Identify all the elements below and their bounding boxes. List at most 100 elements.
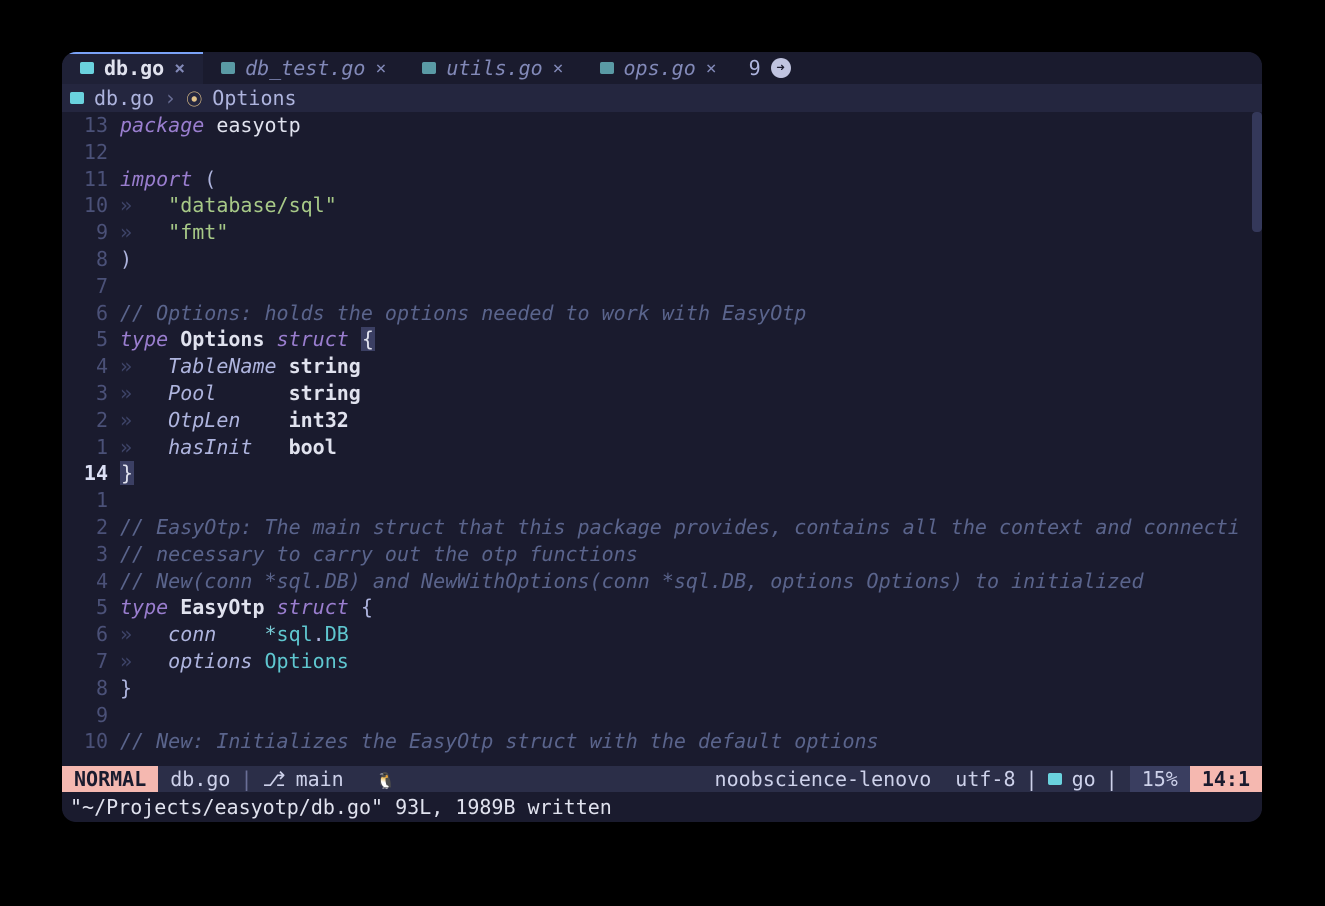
code-line[interactable]: 9 — [62, 702, 1262, 729]
tab-label: ops.go — [624, 56, 696, 80]
token-kw: import — [120, 167, 204, 191]
code-line[interactable]: 8} — [62, 675, 1262, 702]
code-content — [120, 487, 1262, 514]
code-line[interactable]: 10» "database/sql" — [62, 192, 1262, 219]
token-tyB: int32 — [289, 408, 349, 432]
code-line[interactable]: 2» OtpLen int32 — [62, 407, 1262, 434]
token-kw: package — [120, 113, 216, 137]
code-line[interactable]: 3// necessary to carry out the otp funct… — [62, 541, 1262, 568]
tab-db-go[interactable]: db.go × — [62, 52, 203, 84]
token-fld: OtpLen — [168, 408, 288, 432]
status-position-segment: 14:1 — [1190, 766, 1262, 792]
token-tyB: string — [289, 381, 361, 405]
code-content: import ( — [120, 166, 1262, 193]
token-struct-name: Options — [180, 327, 264, 351]
tab-overflow[interactable]: 9➜ — [735, 56, 805, 80]
scrollbar-thumb[interactable] — [1252, 112, 1262, 232]
code-line[interactable]: 12 — [62, 139, 1262, 166]
token-tab-ch: » — [120, 649, 168, 673]
arrow-right-icon[interactable]: ➜ — [771, 58, 791, 78]
line-number: 9 — [62, 219, 120, 246]
line-number: 6 — [62, 621, 120, 648]
code-line[interactable]: 4» TableName string — [62, 353, 1262, 380]
close-icon[interactable]: × — [174, 58, 185, 79]
vim-mode-indicator: NORMAL — [62, 766, 158, 792]
breadcrumb: db.go › Options — [62, 84, 1262, 112]
token-tab-ch: » — [120, 220, 168, 244]
line-number: 10 — [62, 192, 120, 219]
encoding: utf-8 — [955, 767, 1015, 791]
breadcrumb-file: db.go — [94, 86, 154, 110]
close-icon[interactable]: × — [553, 58, 564, 79]
close-icon[interactable]: × — [706, 58, 717, 79]
code-line[interactable]: 6» conn *sql.DB — [62, 621, 1262, 648]
token-tyB: bool — [289, 435, 337, 459]
code-line[interactable]: 5type EasyOtp struct { — [62, 594, 1262, 621]
token-tab-ch: » — [120, 408, 168, 432]
code-content: » options Options — [120, 648, 1262, 675]
tab-db_test-go[interactable]: db_test.go× — [203, 52, 404, 84]
token-pkg: easyotp — [216, 113, 300, 137]
git-branch-icon — [263, 767, 286, 791]
tab-ops-go[interactable]: ops.go × — [582, 52, 735, 84]
token-match-brace: { — [361, 327, 375, 351]
code-content: // New(conn *sql.DB) and NewWithOptions(… — [120, 568, 1262, 595]
token-tab-ch: » — [120, 354, 168, 378]
code-line[interactable]: 1» hasInit bool — [62, 434, 1262, 461]
go-icon — [221, 62, 235, 74]
close-icon[interactable]: × — [375, 58, 386, 79]
status-percent-segment: 15% — [1130, 766, 1190, 792]
line-number: 8 — [62, 675, 120, 702]
code-line[interactable]: 7» options Options — [62, 648, 1262, 675]
go-icon — [1048, 773, 1062, 785]
code-line[interactable]: 8) — [62, 246, 1262, 273]
tab-bar: db.go×db_test.go×utils.go×ops.go×9➜ — [62, 52, 1262, 84]
code-content: » conn *sql.DB — [120, 621, 1262, 648]
token-str: "database/sql" — [168, 193, 337, 217]
token-fld: Pool — [168, 381, 288, 405]
tab-utils-go[interactable]: utils.go× — [404, 52, 581, 84]
tab-label: db.go — [104, 56, 164, 80]
code-content: ) — [120, 246, 1262, 273]
line-number: 7 — [62, 648, 120, 675]
token-tab-ch: » — [120, 622, 168, 646]
line-number: 12 — [62, 139, 120, 166]
token-cm: // New(conn *sql.DB) and NewWithOptions(… — [120, 569, 1144, 593]
token-pun: . — [313, 622, 325, 646]
token-fld: options — [168, 649, 264, 673]
status-line: NORMAL db.go | main noobscience-lenovo u… — [62, 766, 1262, 792]
code-line[interactable]: 3» Pool string — [62, 380, 1262, 407]
code-editor[interactable]: 13package easyotp1211import (10» "databa… — [62, 112, 1262, 755]
code-line[interactable]: 10// New: Initializes the EasyOtp struct… — [62, 728, 1262, 755]
code-line[interactable]: 9» "fmt" — [62, 219, 1262, 246]
code-content: » hasInit bool — [120, 434, 1262, 461]
filetype: go — [1072, 767, 1096, 791]
line-number: 3 — [62, 380, 120, 407]
code-line[interactable]: 4// New(conn *sql.DB) and NewWithOptions… — [62, 568, 1262, 595]
code-line[interactable]: 14} — [62, 460, 1262, 487]
status-encoding-segment: utf-8 | go | — [943, 766, 1129, 792]
command-line[interactable]: "~/Projects/easyotp/db.go" 93L, 1989B wr… — [62, 792, 1262, 822]
code-line[interactable]: 13package easyotp — [62, 112, 1262, 139]
code-content: } — [120, 460, 1262, 487]
code-content — [120, 702, 1262, 729]
token-kw: struct — [265, 327, 361, 351]
code-content: // necessary to carry out the otp functi… — [120, 541, 1262, 568]
token-str: "fmt" — [168, 220, 228, 244]
line-number: 2 — [62, 407, 120, 434]
code-line[interactable]: 7 — [62, 273, 1262, 300]
code-content: » TableName string — [120, 353, 1262, 380]
token-pun: } — [120, 676, 132, 700]
code-line[interactable]: 5type Options struct { — [62, 326, 1262, 353]
code-line[interactable]: 6// Options: holds the options needed to… — [62, 300, 1262, 327]
code-line[interactable]: 11import ( — [62, 166, 1262, 193]
token-kw: type — [120, 327, 180, 351]
code-line[interactable]: 2// EasyOtp: The main struct that this p… — [62, 514, 1262, 541]
os-icon — [354, 767, 366, 791]
go-icon — [70, 92, 84, 104]
go-icon — [600, 62, 614, 74]
code-content: » OtpLen int32 — [120, 407, 1262, 434]
scroll-percent: 15% — [1142, 767, 1178, 791]
code-line[interactable]: 1 — [62, 487, 1262, 514]
code-content — [120, 273, 1262, 300]
